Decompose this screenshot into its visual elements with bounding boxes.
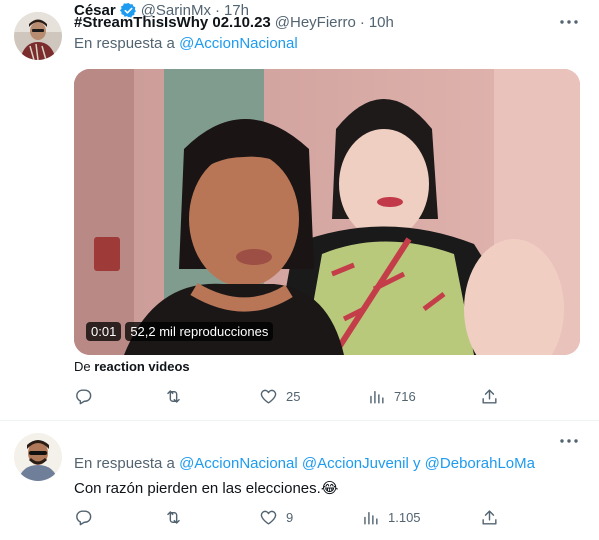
view-count: 1.105 — [388, 510, 421, 525]
retweet-button[interactable] — [164, 387, 191, 406]
timestamp[interactable]: 10h — [369, 14, 394, 31]
source-link[interactable]: reaction videos — [94, 359, 189, 374]
retweet-icon — [167, 390, 180, 403]
like-button[interactable]: 25 — [259, 387, 300, 406]
share-icon — [482, 510, 497, 525]
share-icon — [482, 389, 497, 404]
video-player[interactable]: 0:01 52,2 mil reproducciones — [74, 69, 580, 355]
share-button[interactable] — [480, 508, 499, 527]
tweet-text: Con razón pierden en las elecciones.😂 — [74, 480, 339, 497]
more-icon[interactable] — [557, 12, 581, 32]
reply-button[interactable] — [74, 508, 101, 527]
author-handle[interactable]: @SarinMx — [141, 2, 211, 19]
reply-prefix: En respuesta a — [74, 35, 175, 52]
mention-link[interactable]: @AccionNacional — [179, 455, 298, 472]
views-button[interactable]: 716 — [367, 387, 416, 406]
source-prefix: De — [74, 359, 91, 374]
reply-prefix: En respuesta a — [74, 455, 175, 472]
video-view-count: 52,2 mil reproducciones — [125, 322, 274, 341]
retweet-icon — [167, 511, 180, 524]
views-button[interactable]: 1.105 — [361, 508, 421, 527]
reply-icon — [76, 389, 92, 405]
heart-icon — [260, 389, 277, 404]
video-overlay: 0:01 52,2 mil reproducciones — [86, 322, 274, 341]
share-button[interactable] — [480, 387, 499, 406]
views-icon — [370, 391, 384, 404]
author-name[interactable]: César — [74, 2, 116, 19]
mention-link[interactable]: @DeborahLoMa — [425, 455, 535, 472]
reply-context: En respuesta a @AccionNacional @AccionJu… — [74, 455, 535, 472]
like-button[interactable]: 9 — [259, 508, 293, 527]
avatar[interactable] — [14, 433, 62, 481]
reply-icon — [76, 510, 92, 526]
separator-dot: · — [214, 1, 220, 19]
avatar[interactable] — [14, 12, 62, 60]
action-bar: 9 1.105 — [74, 508, 504, 528]
like-count: 25 — [286, 389, 301, 404]
verified-badge-icon — [119, 2, 136, 18]
mention-link[interactable]: @AccionNacional — [179, 35, 298, 52]
video-source: De reaction videos — [74, 359, 190, 374]
action-bar: 25 716 — [74, 387, 504, 407]
like-count: 9 — [286, 510, 294, 525]
reply-join: y — [413, 455, 421, 472]
video-duration: 0:01 — [86, 322, 122, 341]
mention-link[interactable]: @AccionJuvenil — [302, 455, 409, 472]
heart-icon — [260, 510, 277, 525]
retweet-button[interactable] — [164, 508, 191, 527]
view-count: 716 — [394, 389, 416, 404]
video-frame — [74, 69, 580, 355]
tweet-header: César @SarinMx · 17h — [74, 0, 249, 20]
reply-button[interactable] — [74, 387, 101, 406]
timestamp[interactable]: 17h — [224, 2, 249, 19]
more-icon[interactable] — [557, 431, 581, 451]
author-handle[interactable]: @HeyFierro — [275, 14, 356, 31]
views-icon — [364, 512, 378, 525]
reply-context: En respuesta a @AccionNacional — [74, 35, 298, 52]
separator-dot: · — [359, 13, 365, 31]
tweet[interactable]: #StreamThisIsWhy 02.10.23 @HeyFierro · 1… — [0, 0, 599, 421]
